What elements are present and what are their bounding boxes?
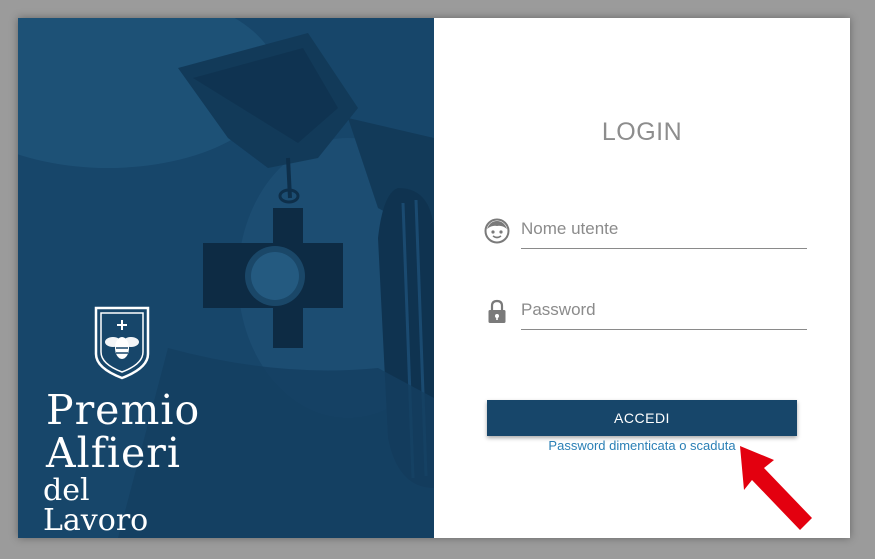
user-face-icon <box>484 218 510 244</box>
red-arrow-icon <box>740 446 812 530</box>
password-field <box>484 291 808 331</box>
username-field <box>484 210 808 250</box>
crest-logo-icon <box>94 306 150 380</box>
branding-panel: Premio Alfieri del Lavoro <box>18 18 434 538</box>
accedi-button[interactable]: ACCEDI <box>487 400 797 436</box>
brand-title-line1: Premio <box>46 386 201 434</box>
padlock-icon <box>488 299 506 323</box>
password-input[interactable] <box>521 291 807 330</box>
username-input[interactable] <box>521 210 807 249</box>
brand-block: Premio Alfieri del Lavoro <box>42 306 202 536</box>
brand-title-line3: del Lavoro <box>43 473 149 538</box>
login-title: LOGIN <box>601 118 683 146</box>
brand-title-line2: Alfieri <box>46 429 181 477</box>
